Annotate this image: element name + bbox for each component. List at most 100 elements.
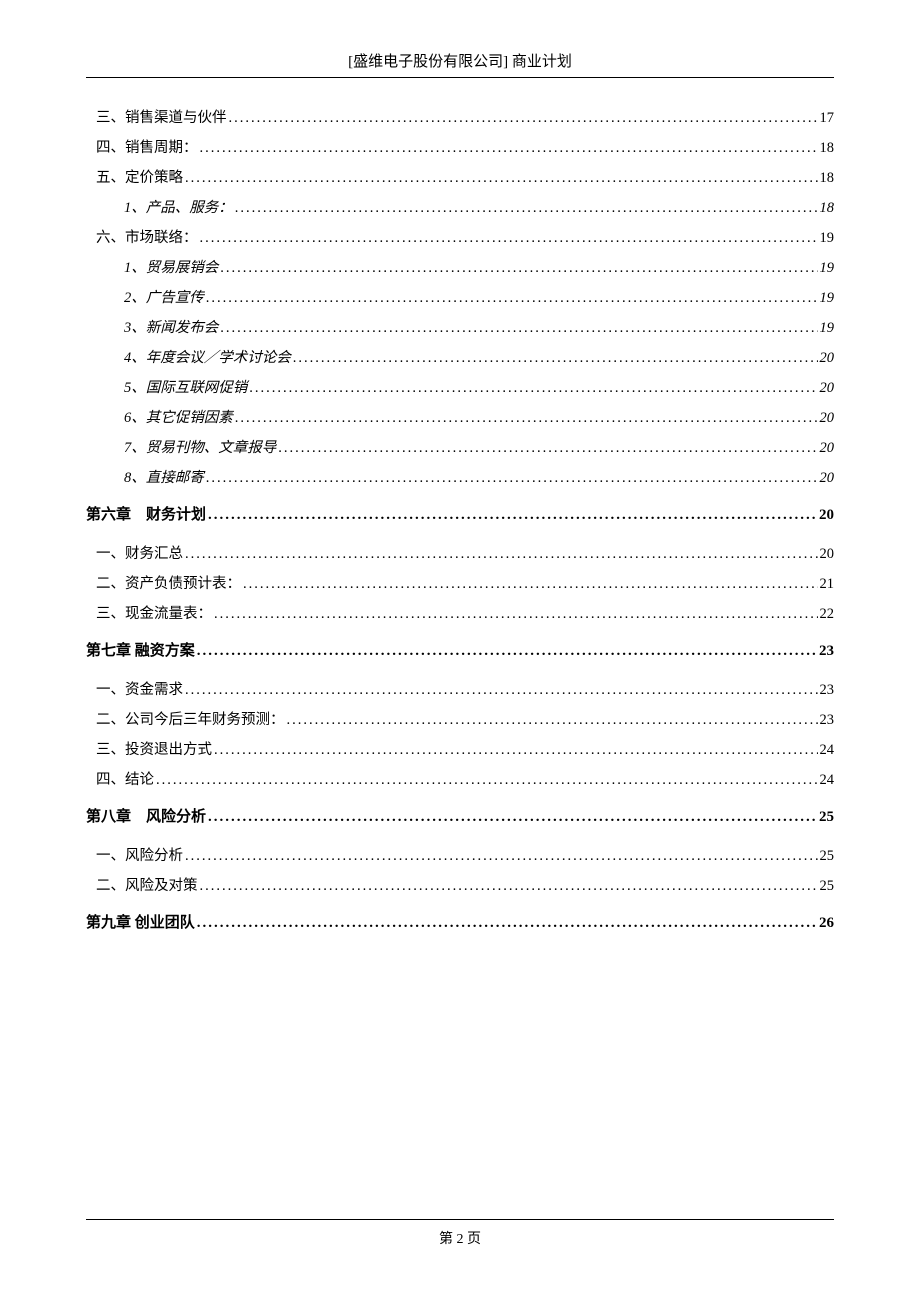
toc-leader-dots xyxy=(200,230,818,247)
toc-leader-dots xyxy=(156,772,818,789)
toc-entry: 三、现金流量表： 22 xyxy=(96,602,834,623)
toc-label: 2、广告宣传 xyxy=(124,286,204,307)
toc-label: 四、结论 xyxy=(96,768,154,789)
toc-page-number: 20 xyxy=(819,507,834,524)
toc-label: 三、投资退出方式 xyxy=(96,738,212,759)
toc-label: 第八章 风险分析 xyxy=(86,805,206,826)
toc-leader-dots xyxy=(197,915,817,932)
toc-page-number: 20 xyxy=(820,546,835,563)
toc-page-number: 23 xyxy=(819,643,834,660)
toc-page-number: 18 xyxy=(820,140,835,157)
toc-label: 5、国际互联网促销 xyxy=(124,376,247,397)
toc-entry: 二、风险及对策 25 xyxy=(96,874,834,895)
toc-leader-dots xyxy=(214,606,818,623)
toc-leader-dots xyxy=(287,712,818,729)
toc-label: 第九章 创业团队 xyxy=(86,911,195,932)
toc-entry: 三、销售渠道与伙伴 17 xyxy=(96,106,834,127)
toc-page-number: 19 xyxy=(820,320,835,337)
toc-leader-dots xyxy=(185,682,818,699)
toc-entry: 一、财务汇总 20 xyxy=(96,542,834,563)
toc-leader-dots xyxy=(208,809,817,826)
toc-leader-dots xyxy=(249,380,817,397)
footer-suffix: 页 xyxy=(464,1232,482,1247)
toc-entry: 1、产品、服务： 18 xyxy=(124,196,834,217)
toc-entry: 二、资产负债预计表： 21 xyxy=(96,572,834,593)
toc-leader-dots xyxy=(243,576,818,593)
toc-page-number: 18 xyxy=(820,200,835,217)
toc-leader-dots xyxy=(220,320,817,337)
toc-entry: 一、资金需求23 xyxy=(96,678,834,699)
toc-leader-dots xyxy=(229,110,818,127)
toc-label: 8、直接邮寄 xyxy=(124,466,204,487)
toc-page-number: 22 xyxy=(820,606,835,623)
toc-leader-dots xyxy=(206,470,818,487)
toc-entry: 4、年度会议／学术讨论会20 xyxy=(124,346,834,367)
toc-leader-dots xyxy=(235,200,818,217)
toc-entry: 8、直接邮寄 20 xyxy=(124,466,834,487)
toc-page-number: 20 xyxy=(820,380,835,397)
toc-page-number: 21 xyxy=(820,576,835,593)
toc-leader-dots xyxy=(206,290,818,307)
toc-entry: 六、市场联络： 19 xyxy=(96,226,834,247)
toc-page-number: 17 xyxy=(820,110,835,127)
toc-entry: 第七章 融资方案 23 xyxy=(86,639,834,660)
page-header: [盛维电子股份有限公司] 商业计划 xyxy=(86,50,834,77)
toc-leader-dots xyxy=(200,140,818,157)
toc-leader-dots xyxy=(185,546,818,563)
toc-leader-dots xyxy=(214,742,818,759)
toc-label: 四、销售周期： xyxy=(96,136,198,157)
toc-page-number: 25 xyxy=(819,809,834,826)
toc-entry: 第八章 风险分析 25 xyxy=(86,805,834,826)
footer-rule xyxy=(86,1219,834,1220)
toc-page-number: 25 xyxy=(820,878,835,895)
toc-entry: 五、定价策略18 xyxy=(96,166,834,187)
toc-label: 六、市场联络： xyxy=(96,226,198,247)
toc-label: 一、风险分析 xyxy=(96,844,183,865)
toc-label: 二、资产负债预计表： xyxy=(96,572,241,593)
toc-entry: 第六章 财务计划 20 xyxy=(86,503,834,524)
toc-label: 三、销售渠道与伙伴 xyxy=(96,106,227,127)
toc-entry: 6、其它促销因素20 xyxy=(124,406,834,427)
toc-label: 第七章 融资方案 xyxy=(86,639,195,660)
toc-page-number: 23 xyxy=(820,712,835,729)
toc-label: 7、贸易刊物、文章报导 xyxy=(124,436,276,457)
toc-entry: 四、结论 24 xyxy=(96,768,834,789)
toc-leader-dots xyxy=(197,643,817,660)
toc-entry: 二、公司今后三年财务预测： 23 xyxy=(96,708,834,729)
toc-label: 1、贸易展销会 xyxy=(124,256,218,277)
toc-page-number: 24 xyxy=(820,742,835,759)
toc-leader-dots xyxy=(185,848,818,865)
toc-label: 五、定价策略 xyxy=(96,166,183,187)
toc-page-number: 19 xyxy=(820,290,835,307)
toc-leader-dots xyxy=(278,440,817,457)
toc-page-number: 25 xyxy=(820,848,835,865)
toc-page-number: 20 xyxy=(820,470,835,487)
toc-entry: 三、投资退出方式 24 xyxy=(96,738,834,759)
toc-page-number: 26 xyxy=(819,915,834,932)
toc-leader-dots xyxy=(200,878,818,895)
toc-page-number: 20 xyxy=(820,350,835,367)
toc-leader-dots xyxy=(293,350,818,367)
toc-page-number: 19 xyxy=(820,230,835,247)
toc-label: 三、现金流量表： xyxy=(96,602,212,623)
toc-label: 第六章 财务计划 xyxy=(86,503,206,524)
toc-entry: 3、新闻发布会 19 xyxy=(124,316,834,337)
footer-prefix: 第 xyxy=(439,1232,457,1247)
toc-leader-dots xyxy=(185,170,818,187)
toc-page-number: 23 xyxy=(820,682,835,699)
toc-label: 二、风险及对策 xyxy=(96,874,198,895)
toc-entry: 2、广告宣传 19 xyxy=(124,286,834,307)
toc-page-number: 20 xyxy=(820,440,835,457)
toc-label: 3、新闻发布会 xyxy=(124,316,218,337)
toc-label: 一、财务汇总 xyxy=(96,542,183,563)
toc-entry: 5、国际互联网促销 20 xyxy=(124,376,834,397)
page-footer: 第 2 页 xyxy=(0,1228,920,1248)
header-rule xyxy=(86,77,834,78)
toc-label: 1、产品、服务： xyxy=(124,196,233,217)
toc-page-number: 24 xyxy=(820,772,835,789)
toc-page-number: 19 xyxy=(820,260,835,277)
toc-entry: 一、风险分析 25 xyxy=(96,844,834,865)
toc-entry: 7、贸易刊物、文章报导 20 xyxy=(124,436,834,457)
toc-leader-dots xyxy=(208,507,817,524)
toc-label: 二、公司今后三年财务预测： xyxy=(96,708,285,729)
